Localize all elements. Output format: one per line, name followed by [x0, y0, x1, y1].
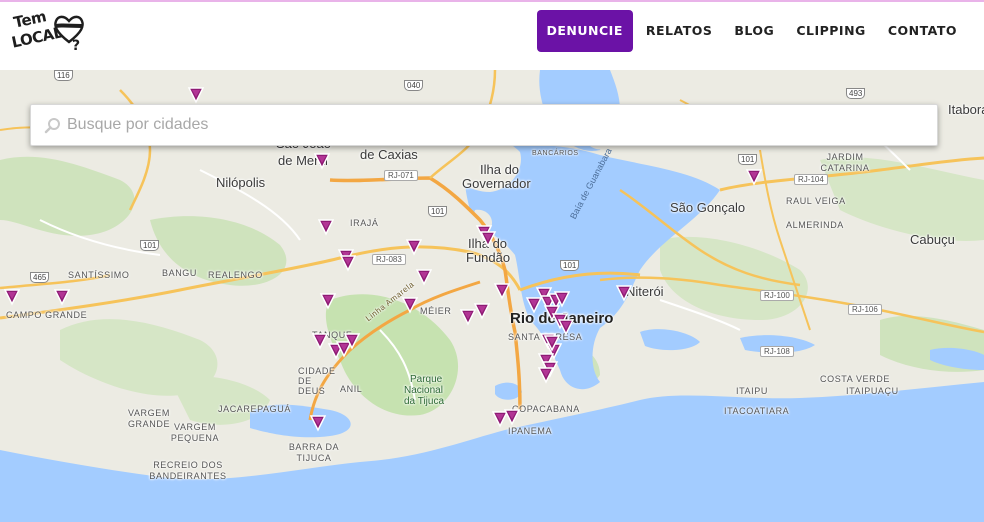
site-header: Tem LOCAL ? DENUNCIE RELATOS BLOG CLIPPI…: [0, 2, 984, 70]
report-marker[interactable]: [309, 415, 327, 432]
report-marker[interactable]: [405, 239, 423, 256]
nav-contato-link[interactable]: CONTATO: [877, 10, 968, 52]
nav-clipping-link[interactable]: CLIPPING: [785, 10, 877, 52]
report-marker[interactable]: [401, 297, 419, 314]
report-marker[interactable]: [415, 269, 433, 286]
report-marker[interactable]: [187, 87, 205, 104]
report-marker[interactable]: [615, 285, 633, 302]
heart-question-icon: ?: [54, 15, 84, 52]
report-marker[interactable]: [313, 153, 331, 170]
tem-local-logo[interactable]: Tem LOCAL ?: [8, 7, 88, 62]
report-marker[interactable]: [493, 283, 511, 300]
report-marker[interactable]: [319, 293, 337, 310]
city-search-bar: [30, 104, 938, 146]
report-marker[interactable]: [473, 303, 491, 320]
report-marker[interactable]: [491, 411, 509, 428]
report-marker[interactable]: [745, 169, 763, 186]
report-marker[interactable]: [459, 309, 477, 326]
report-marker[interactable]: [525, 297, 543, 314]
svg-text:?: ?: [72, 38, 80, 52]
nav-blog-link[interactable]: BLOG: [723, 10, 785, 52]
nav-denuncie-button[interactable]: DENUNCIE: [536, 10, 633, 52]
report-marker[interactable]: [317, 219, 335, 236]
report-marker[interactable]: [3, 289, 21, 306]
report-marker[interactable]: [53, 289, 71, 306]
nav-relatos-link[interactable]: RELATOS: [635, 10, 724, 52]
report-marker[interactable]: [503, 409, 521, 426]
report-marker[interactable]: [339, 255, 357, 272]
report-marker[interactable]: [311, 333, 329, 350]
main-nav: DENUNCIE RELATOS BLOG CLIPPING CONTATO: [536, 10, 968, 52]
search-icon: [44, 118, 60, 134]
city-search-input[interactable]: [67, 105, 927, 145]
